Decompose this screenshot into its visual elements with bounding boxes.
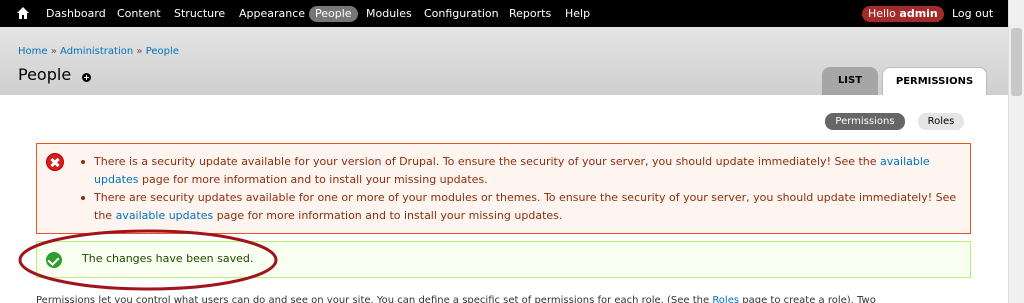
breadcrumb-separator: » (136, 46, 143, 57)
error-item: There are security updates available for… (81, 189, 964, 225)
bullet (81, 196, 85, 200)
bullet (81, 160, 85, 164)
breadcrumb-separator: » (50, 46, 57, 57)
checkmark-icon (46, 252, 62, 268)
nav-structure[interactable]: Structure (174, 0, 225, 27)
nav-modules[interactable]: Modules (366, 0, 412, 27)
error-icon (46, 153, 64, 171)
nav-help[interactable]: Help (565, 0, 590, 27)
scrollbar-thumb[interactable] (1011, 28, 1022, 96)
roles-link[interactable]: Roles (712, 295, 739, 303)
username: admin (899, 7, 938, 20)
breadcrumb-administration[interactable]: Administration (60, 46, 133, 57)
page-header: Home » Administration » People People LI… (0, 27, 1008, 95)
nav-appearance[interactable]: Appearance (239, 0, 305, 27)
status-message: The changes have been saved. (36, 241, 971, 278)
available-updates-link[interactable]: available updates (116, 209, 214, 222)
hello-prefix: Hello (868, 7, 896, 20)
error-text: page for more information and to install… (138, 173, 488, 186)
breadcrumb: Home » Administration » People (18, 46, 179, 57)
nav-configuration[interactable]: Configuration (424, 0, 499, 27)
user-greeting[interactable]: Hello admin (862, 6, 944, 22)
nav-dashboard[interactable]: Dashboard (46, 0, 106, 27)
subtab-roles[interactable]: Roles (918, 113, 964, 130)
nav-people[interactable]: People (309, 6, 358, 22)
breadcrumb-people[interactable]: People (146, 46, 179, 57)
add-shortcut-icon[interactable] (82, 73, 91, 82)
permissions-description: Permissions let you control what users c… (36, 295, 996, 303)
page-title: People (18, 65, 72, 84)
error-text: page for more information and to install… (213, 209, 563, 222)
nav-content[interactable]: Content (117, 0, 161, 27)
description-text: Permissions let you control what users c… (36, 295, 713, 303)
tab-list[interactable]: LIST (822, 67, 878, 95)
subtab-permissions[interactable]: Permissions (825, 113, 905, 130)
home-icon[interactable] (17, 7, 29, 19)
description-text: page to create a role). Two (739, 295, 876, 303)
scrollbar[interactable] (1008, 0, 1024, 303)
admin-toolbar: Dashboard Content Structure Appearance P… (0, 0, 1008, 27)
error-text: There is a security update available for… (94, 155, 881, 168)
logout-link[interactable]: Log out (952, 0, 993, 27)
nav-reports[interactable]: Reports (509, 0, 551, 27)
breadcrumb-home[interactable]: Home (18, 46, 48, 57)
status-text: The changes have been saved. (82, 252, 254, 265)
tab-permissions[interactable]: PERMISSIONS (882, 67, 987, 95)
error-item: There is a security update available for… (81, 153, 964, 189)
error-message: There is a security update available for… (36, 143, 971, 234)
